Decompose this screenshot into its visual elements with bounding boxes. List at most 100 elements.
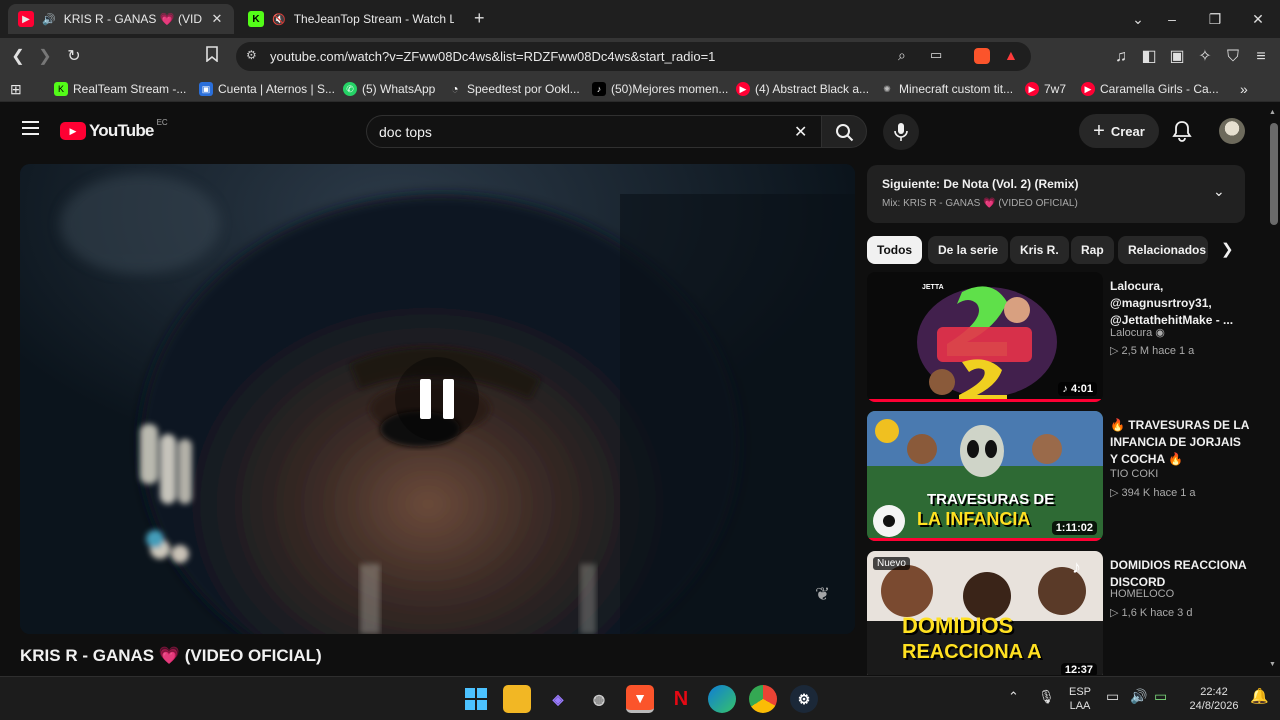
youtube-play-logo-icon: ▶ [60,122,86,140]
bookmark-7w7[interactable]: ▶ 7w7 [1025,80,1066,98]
bookmark-abstract-black[interactable]: ▶ (4) Abstract Black a... [736,80,869,98]
address-bar[interactable]: ⚙ youtube.com/watch?v=ZFww08Dc4ws&list=R… [236,42,1031,71]
bookmark-speedtest[interactable]: ◔ Speedtest por Ookl... [448,80,579,98]
bookmark-caramella-girls[interactable]: ▶ Caramella Girls - Ca... [1081,80,1219,98]
chip-todos[interactable]: Todos [867,236,923,264]
clock[interactable]: 22:42 24/8/2026 [1184,685,1244,713]
reload-button[interactable]: ↻ [63,46,85,68]
bookmark-minecraft-custom[interactable]: ✺ Minecraft custom tit... [880,80,1013,98]
video-meta: ▷ 1,6 K hace 3 d [1110,607,1193,619]
file-explorer-icon[interactable] [503,685,531,713]
bookmark-realteam[interactable]: K RealTeam Stream -... [54,80,186,98]
channel-name[interactable]: HOMELOCO [1110,588,1174,600]
apps-grid-icon[interactable]: ⊞ [10,80,22,98]
close-icon[interactable]: ✕ [210,11,224,27]
vpn-shield-icon[interactable]: ⛉ [1222,46,1244,68]
zoom-icon[interactable]: ⌕ [898,47,906,64]
recommendation-item[interactable]: TRAVESURAS DE LA INFANCIA 1:11:02 🔥 TRAV… [867,411,1262,541]
tab-kris-r-ganas[interactable]: ▶ 🔊 KRIS R - GANAS 💗 (VIDEO OFICIAL) ✕ [8,4,234,34]
notifications-bell-icon[interactable] [1172,120,1192,147]
netflix-icon[interactable]: N [667,685,695,713]
menu-icon[interactable]: ≡ [1250,46,1272,68]
recommendation-title[interactable]: DOMIDIOS REACCIONA DISCORD [1110,557,1250,591]
video-thumbnail[interactable]: Nuevo ♪ DOMIDIOS REACCIONA A 12:37 [867,551,1103,675]
recommendation-title[interactable]: Lalocura, @magnusrtroy31, @JettathehitMa… [1110,278,1250,329]
browser-tabstrip: ▶ 🔊 KRIS R - GANAS 💗 (VIDEO OFICIAL) ✕ K… [0,0,1280,38]
minimize-button[interactable]: – [1160,8,1184,30]
bookmark-mejores-momentos[interactable]: ♪ (50)Mejores momen... [592,80,728,98]
filter-chips: Todos De la serie Kris R. Rap Relacionad… [867,236,1247,264]
forward-button[interactable]: ❯ [34,46,56,68]
scrollbar-thumb[interactable] [1270,123,1278,225]
channel-watermark-icon[interactable]: ❦ [815,584,837,606]
clear-search-icon[interactable]: ✕ [794,122,807,142]
brave-shields-icon[interactable] [974,48,990,64]
chip-relacionados[interactable]: Relacionados [1118,236,1208,264]
channel-name[interactable]: Lalocura ◉ [1110,326,1165,339]
search-input[interactable]: doc tops ✕ [366,115,821,148]
views-play-icon: ▷ [1110,607,1122,619]
muted-speaker-icon[interactable]: 🔇 [272,13,286,26]
up-next-card[interactable]: Siguiente: De Nota (Vol. 2) (Remix) Mix:… [867,165,1245,223]
bookmark-aternos[interactable]: ▣ Cuenta | Aternos | S... [199,80,335,98]
tab-thejeantop-stream[interactable]: K 🔇 TheJeanTop Stream - Watch Live on Ki… [238,4,464,34]
windows-taskbar: ◈ ◍ ▼ N ⚙ ⌃ 🎙 ESP LAA ▭ 🔊 ▭ 22:42 24/8/2… [0,676,1280,720]
new-badge: Nuevo [873,557,910,570]
tab-title: KRIS R - GANAS 💗 (VIDEO OFICIAL) [63,12,202,26]
network-icon[interactable]: ▭ [1106,688,1119,705]
video-player[interactable]: ❦ [20,164,855,634]
more-bookmarks-chevron-icon[interactable]: » [1240,80,1248,98]
restore-button[interactable]: ❐ [1203,8,1227,30]
recommendation-title[interactable]: 🔥 TRAVESURAS DE LA INFANCIA DE JORJAIS Y… [1110,417,1250,468]
search-button[interactable] [821,115,867,148]
youtube-logo[interactable]: ▶ YouTube EC [60,118,168,141]
avatar[interactable] [1219,118,1245,144]
recommendation-item[interactable]: Nuevo ♪ DOMIDIOS REACCIONA A 12:37 DOMID… [867,551,1262,675]
language-indicator[interactable]: ESP LAA [1066,685,1094,713]
new-tab-button[interactable]: + [474,8,485,29]
site-info-icon[interactable]: ⚙ [246,48,257,62]
battery-icon[interactable]: ▭ [1154,688,1167,705]
chrome-browser-icon[interactable] [749,685,777,713]
steam-icon[interactable]: ⚙ [790,685,818,713]
app-chrome-dev-icon[interactable]: ◍ [585,685,613,713]
chip-de-la-serie[interactable]: De la serie [928,236,1009,264]
tiktok-icon: ♪ [1072,557,1081,577]
recommendation-item[interactable]: JETTA ♪ 4:01 Lalocura, @magnusrtroy31, @… [867,272,1262,402]
duration-badge: 12:37 [1060,663,1097,675]
chip-rap[interactable]: Rap [1071,236,1114,264]
url-text[interactable]: youtube.com/watch?v=ZFww08Dc4ws&list=RDZ… [270,49,715,64]
whatsapp-icon: ✆ [343,82,357,96]
brave-browser-icon[interactable]: ▼ [626,685,654,713]
speaker-icon[interactable]: 🔊 [42,13,56,26]
notifications-icon[interactable]: 🔔 [1250,687,1269,705]
media-music-icon[interactable]: ♫ [1110,46,1132,68]
bookmark-icon[interactable] [201,46,223,68]
sidebar-icon[interactable]: ◧ [1138,46,1160,68]
bookmark-whatsapp[interactable]: ✆ (5) WhatsApp [343,80,435,98]
wallet-icon[interactable]: ▣ [1166,46,1188,68]
microphone-tray-icon[interactable]: 🎙 [1038,689,1055,705]
chevron-right-icon[interactable]: ❯ [1221,240,1234,258]
channel-name[interactable]: TIO COKI [1110,468,1158,480]
chevron-down-icon[interactable]: ⌄ [1213,183,1225,200]
create-button[interactable]: + Crear [1079,114,1159,148]
guide-menu-icon[interactable] [22,121,39,135]
app-diamond-icon[interactable]: ◈ [544,685,572,713]
voice-search-button[interactable] [883,114,919,150]
volume-icon[interactable]: 🔊 [1130,688,1147,705]
edge-browser-icon[interactable] [708,685,736,713]
windows-start-icon[interactable] [462,685,490,713]
brave-rewards-icon[interactable]: ▲ [1004,47,1018,63]
video-thumbnail[interactable]: TRAVESURAS DE LA INFANCIA 1:11:02 [867,411,1103,541]
thumbnail-text: LA INFANCIA [917,509,1031,529]
tab-search-chevron-icon[interactable]: ⌄ [1126,8,1150,30]
close-window-button[interactable]: ✕ [1246,8,1270,30]
tray-overflow-chevron-icon[interactable]: ⌃ [1008,689,1019,705]
video-thumbnail[interactable]: JETTA ♪ 4:01 [867,272,1103,402]
chip-kris-r[interactable]: Kris R. [1010,236,1069,264]
back-button[interactable]: ❮ [7,46,29,68]
page-scrollbar[interactable]: ▲ ▼ [1268,103,1280,675]
cast-icon[interactable]: ▭ [930,47,942,63]
leo-ai-icon[interactable]: ✧ [1194,46,1216,68]
